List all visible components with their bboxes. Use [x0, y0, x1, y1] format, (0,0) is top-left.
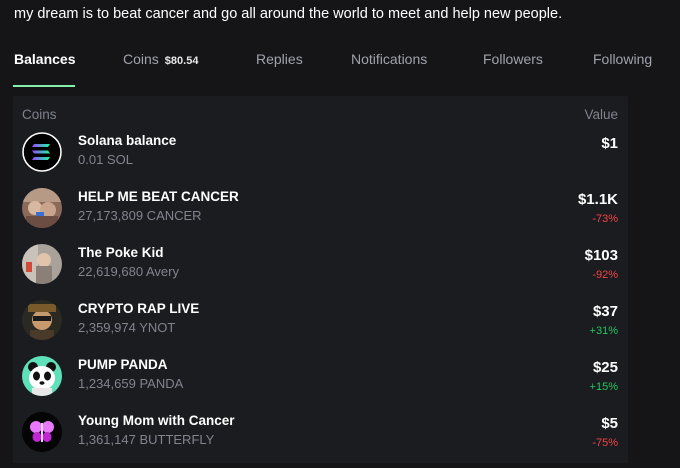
- coin-value: $37: [592, 303, 618, 320]
- coin-name: Young Mom with Cancer: [78, 413, 235, 428]
- tab-balances-label: Balances: [14, 51, 76, 67]
- profile-tabs: Balances Coins $80.54 Replies Notificatio…: [0, 48, 680, 88]
- solana-icon: [22, 132, 62, 172]
- coin-row-poke-kid[interactable]: The Poke Kid 22,619,680 Avery $103 -92%: [13, 244, 628, 300]
- coin-row-pump-panda[interactable]: PUMP PANDA 1,234,659 PANDA $25 +15%: [13, 356, 628, 412]
- coin-value: $1.1K: [577, 191, 618, 208]
- tab-following-label: Following: [593, 51, 653, 67]
- coin-amount: 2,359,974 YNOT: [78, 320, 176, 335]
- coin-amount: 22,619,680 Avery: [78, 264, 179, 279]
- coin-value: $1: [601, 135, 618, 152]
- active-tab-indicator: [13, 85, 75, 87]
- coin-row-solana[interactable]: Solana balance 0.01 SOL $1: [13, 132, 628, 188]
- coin-name: PUMP PANDA: [78, 357, 168, 372]
- coin-amount: 27,173,809 CANCER: [78, 208, 202, 223]
- coin-amount: 1,361,147 BUTTERFLY: [78, 432, 215, 447]
- coin-change: +15%: [589, 381, 618, 393]
- coin-name: Solana balance: [78, 133, 177, 148]
- value-column-header: Value: [584, 107, 618, 122]
- coin-row-crypto-rap[interactable]: CRYPTO RAP LIVE 2,359,974 YNOT $37 +31%: [13, 300, 628, 356]
- tab-balances[interactable]: Balances: [14, 48, 75, 88]
- butterfly-icon: [22, 412, 62, 452]
- coin-change: -92%: [592, 269, 618, 281]
- tab-following[interactable]: Following: [593, 48, 652, 88]
- coin-change: +31%: [589, 325, 618, 337]
- balances-panel: Coins Value Solana balance 0.01 SOL $1 H…: [13, 96, 628, 463]
- tab-coins-label: Coins: [123, 51, 159, 67]
- tab-notifications[interactable]: Notifications: [351, 48, 427, 88]
- coin-amount: 1,234,659 PANDA: [78, 376, 184, 391]
- tab-replies-label: Replies: [256, 51, 303, 67]
- panda-icon: [22, 356, 62, 396]
- tab-coins[interactable]: Coins $80.54: [123, 48, 198, 88]
- coin-row-cancer[interactable]: HELP ME BEAT CANCER 27,173,809 CANCER $1…: [13, 188, 628, 244]
- coin-avatar-poke-kid: [22, 244, 62, 284]
- tab-followers-label: Followers: [483, 51, 543, 67]
- coin-value: $5: [601, 415, 618, 432]
- coin-name: The Poke Kid: [78, 245, 164, 260]
- coin-amount: 0.01 SOL: [78, 152, 133, 167]
- coin-value: $25: [592, 359, 618, 376]
- coin-change: -75%: [592, 437, 618, 449]
- tab-followers[interactable]: Followers: [483, 48, 543, 88]
- tab-replies[interactable]: Replies: [256, 48, 303, 88]
- profile-bio: my dream is to beat cancer and go all ar…: [14, 6, 563, 22]
- coins-column-header: Coins: [22, 107, 57, 122]
- coin-value: $103: [584, 247, 618, 264]
- coins-total-badge: $80.54: [164, 55, 199, 67]
- coin-avatar-cancer: [22, 188, 62, 228]
- coin-name: HELP ME BEAT CANCER: [78, 189, 239, 204]
- coin-name: CRYPTO RAP LIVE: [78, 301, 200, 316]
- coin-change: -73%: [592, 213, 618, 225]
- coin-avatar-crypto-rap: [22, 300, 62, 340]
- coin-row-butterfly[interactable]: Young Mom with Cancer 1,361,147 BUTTERFL…: [13, 412, 628, 468]
- tab-notifications-label: Notifications: [351, 51, 428, 67]
